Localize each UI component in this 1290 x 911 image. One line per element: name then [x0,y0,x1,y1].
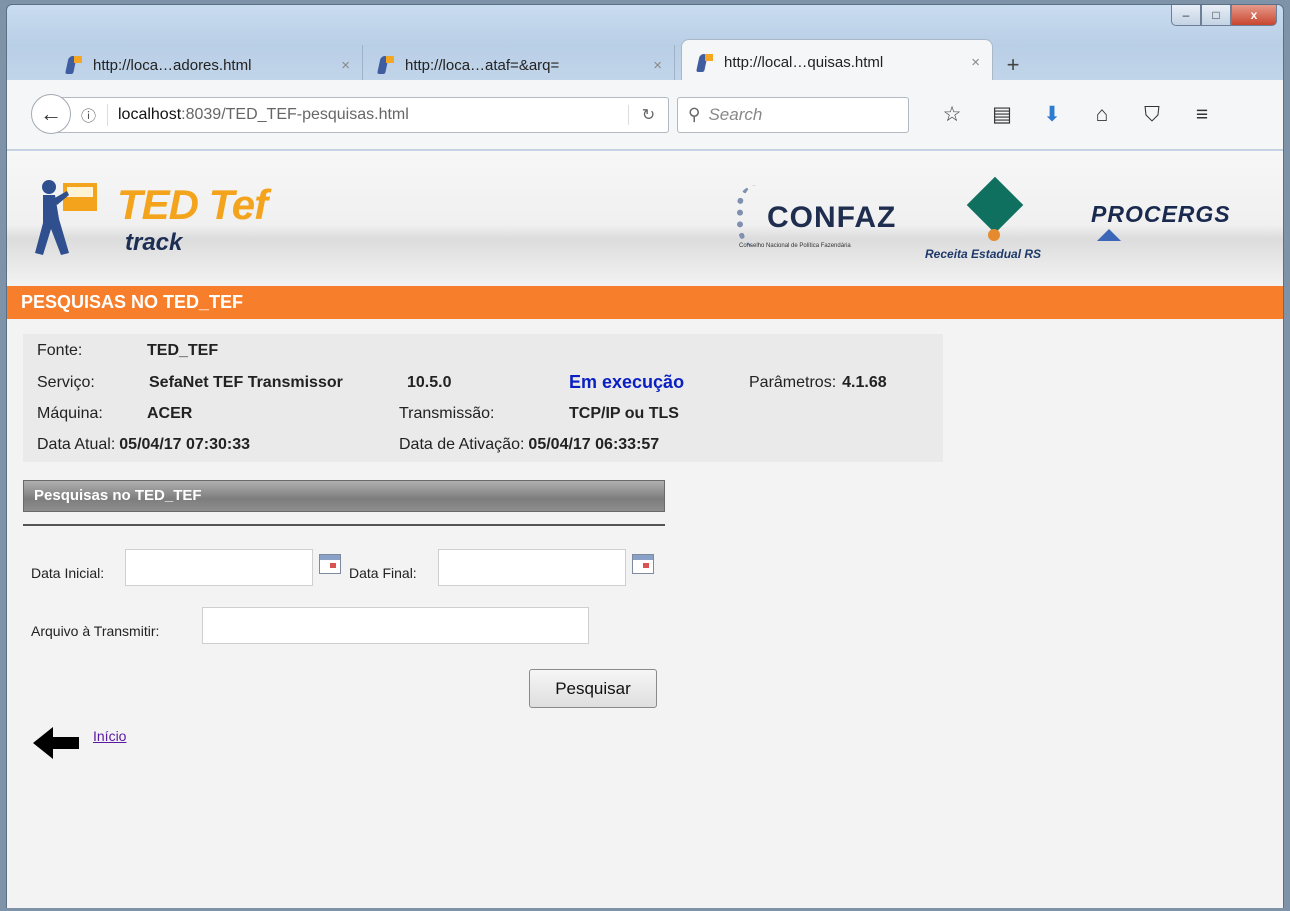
tab-title: http://local…quisas.html [724,54,884,71]
servico-label: Serviço: [37,374,95,391]
fonte-label: Fonte: [37,342,83,359]
tab-close-icon[interactable]: × [341,57,350,74]
site-info-icon[interactable]: ⓘ [81,105,107,126]
home-icon[interactable]: ⌂ [1077,100,1127,130]
ted-tef-logo: TED Tef track [25,173,268,263]
close-window-button[interactable]: x [1231,5,1277,26]
procergs-logo: PROCERGS [1091,201,1231,227]
fonte-value: TED_TEF [147,342,219,359]
ted-tef-subtitle: track [125,229,183,256]
data-ativacao-row: Data de Ativação: 05/04/17 06:33:57 [399,436,659,454]
data-final-input[interactable] [438,549,626,586]
diamond-icon [966,176,1024,234]
inicio-link[interactable]: Início [93,728,126,744]
maquina-value: ACER [147,405,193,422]
url-bar[interactable]: ⓘ localhost:8039/TED_TEF-pesquisas.html … [55,97,669,133]
url-path: :8039/TED_TEF-pesquisas.html [181,106,409,123]
transmissao-value: TCP/IP ou TLS [569,405,679,422]
data-ativacao-label: Data de Ativação: [399,436,525,453]
status-badge: Em execução [569,372,685,392]
maquina-label: Máquina: [37,405,103,422]
versao-row: 10.5.0 [407,374,451,392]
tab-close-icon[interactable]: × [971,54,980,71]
arquivo-label: Arquivo à Transmitir: [31,623,160,639]
window-controls: – □ x [1171,5,1277,27]
service-info-panel: Fonte: TED_TEF Serviço: SefaNet TEF Transm… [23,334,943,462]
data-atual-value: 05/04/17 07:30:33 [119,436,251,453]
section-header: Pesquisas no TED_TEF [23,480,665,512]
search-button[interactable]: Pesquisar [529,669,657,708]
data-ativacao-value: 05/04/17 06:33:57 [528,436,660,453]
tab-2[interactable]: http://loca…ataf=&arq= × [363,45,675,85]
confaz-logo: CONFAZ Conselho Nacional de Política Faz… [737,181,907,255]
page-title: PESQUISAS NO TED_TEF [7,286,1283,319]
toolbar-icons: ☆ ▤ ⬇ ⌂ ⛉ ≡ [927,100,1227,130]
reading-list-icon[interactable]: ▤ [977,100,1027,130]
receita-estadual-logo: Receita Estadual RS [925,176,1075,265]
search-icon: ⚲ [688,105,701,124]
parametros-value: 4.1.68 [842,374,887,391]
url-host: localhost [118,106,182,123]
download-icon[interactable]: ⬇ [1027,100,1077,130]
data-atual-label: Data Atual: [37,436,116,453]
menu-icon[interactable]: ≡ [1177,100,1227,130]
minimize-button[interactable]: – [1171,5,1201,26]
arquivo-input[interactable] [202,607,589,644]
parametros-row: Parâmetros: 4.1.68 [749,374,887,392]
procergs-triangle-icon [1097,229,1121,241]
search-box[interactable]: ⚲ Search [677,97,909,133]
servico-value: SefaNet TEF Transmissor [149,374,343,391]
ted-tef-title: TED Tef [117,181,268,228]
back-button[interactable]: ← [31,94,71,134]
tab-1[interactable]: http://loca…adores.html × [51,45,363,85]
url-text[interactable]: localhost:8039/TED_TEF-pesquisas.html [107,104,628,126]
transmissao-row: Transmissão: TCP/IP ou TLS [399,405,679,423]
servico-row: Serviço: SefaNet TEF Transmissor [37,374,343,392]
ted-favicon-icon [696,53,714,72]
divider [23,524,665,526]
search-placeholder: Search [708,105,763,124]
navigation-bar: ⓘ localhost:8039/TED_TEF-pesquisas.html … [7,80,1283,150]
tab-title: http://loca…adores.html [93,56,252,74]
confaz-name: CONFAZ [767,201,897,234]
pocket-icon[interactable]: ⛉ [1127,100,1177,130]
star-icon[interactable]: ☆ [927,100,977,130]
versao-value: 10.5.0 [407,374,452,391]
status-row: Em execução [569,372,684,393]
receita-text: Receita Estadual RS [925,247,1042,261]
confaz-subtitle: Conselho Nacional de Política Fazendária [739,243,851,249]
maquina-row: Máquina: ACER [37,405,192,423]
calendar-icon[interactable] [632,554,654,574]
data-final-label: Data Final: [349,565,417,581]
page-content: TED Tef track CONFAZ Conselho Nacional d… [7,151,1283,908]
header-banner: TED Tef track CONFAZ Conselho Nacional d… [7,151,1283,286]
dot-icon [988,229,1000,241]
back-arrow-icon[interactable] [31,723,81,763]
data-inicial-input[interactable] [125,549,313,586]
data-atual-row: Data Atual: 05/04/17 07:30:33 [37,436,250,454]
tab-strip: http://loca…adores.html × http://loca…at… [51,39,1033,85]
tab-close-icon[interactable]: × [653,57,662,74]
walking-figure-icon [35,180,97,255]
calendar-icon[interactable] [319,554,341,574]
tab-3-active[interactable]: http://local…quisas.html × [681,39,993,85]
data-inicial-label: Data Inicial: [31,565,105,581]
maximize-button[interactable]: □ [1201,5,1231,26]
fonte-row: Fonte: TED_TEF [37,342,218,360]
reload-icon[interactable]: ↻ [628,105,668,125]
ted-favicon-icon [377,56,395,74]
parametros-label: Parâmetros: [749,374,837,391]
tab-title: http://loca…ataf=&arq= [405,56,560,74]
transmissao-label: Transmissão: [399,405,495,422]
new-tab-button[interactable]: + [993,45,1033,85]
ted-favicon-icon [65,56,83,74]
